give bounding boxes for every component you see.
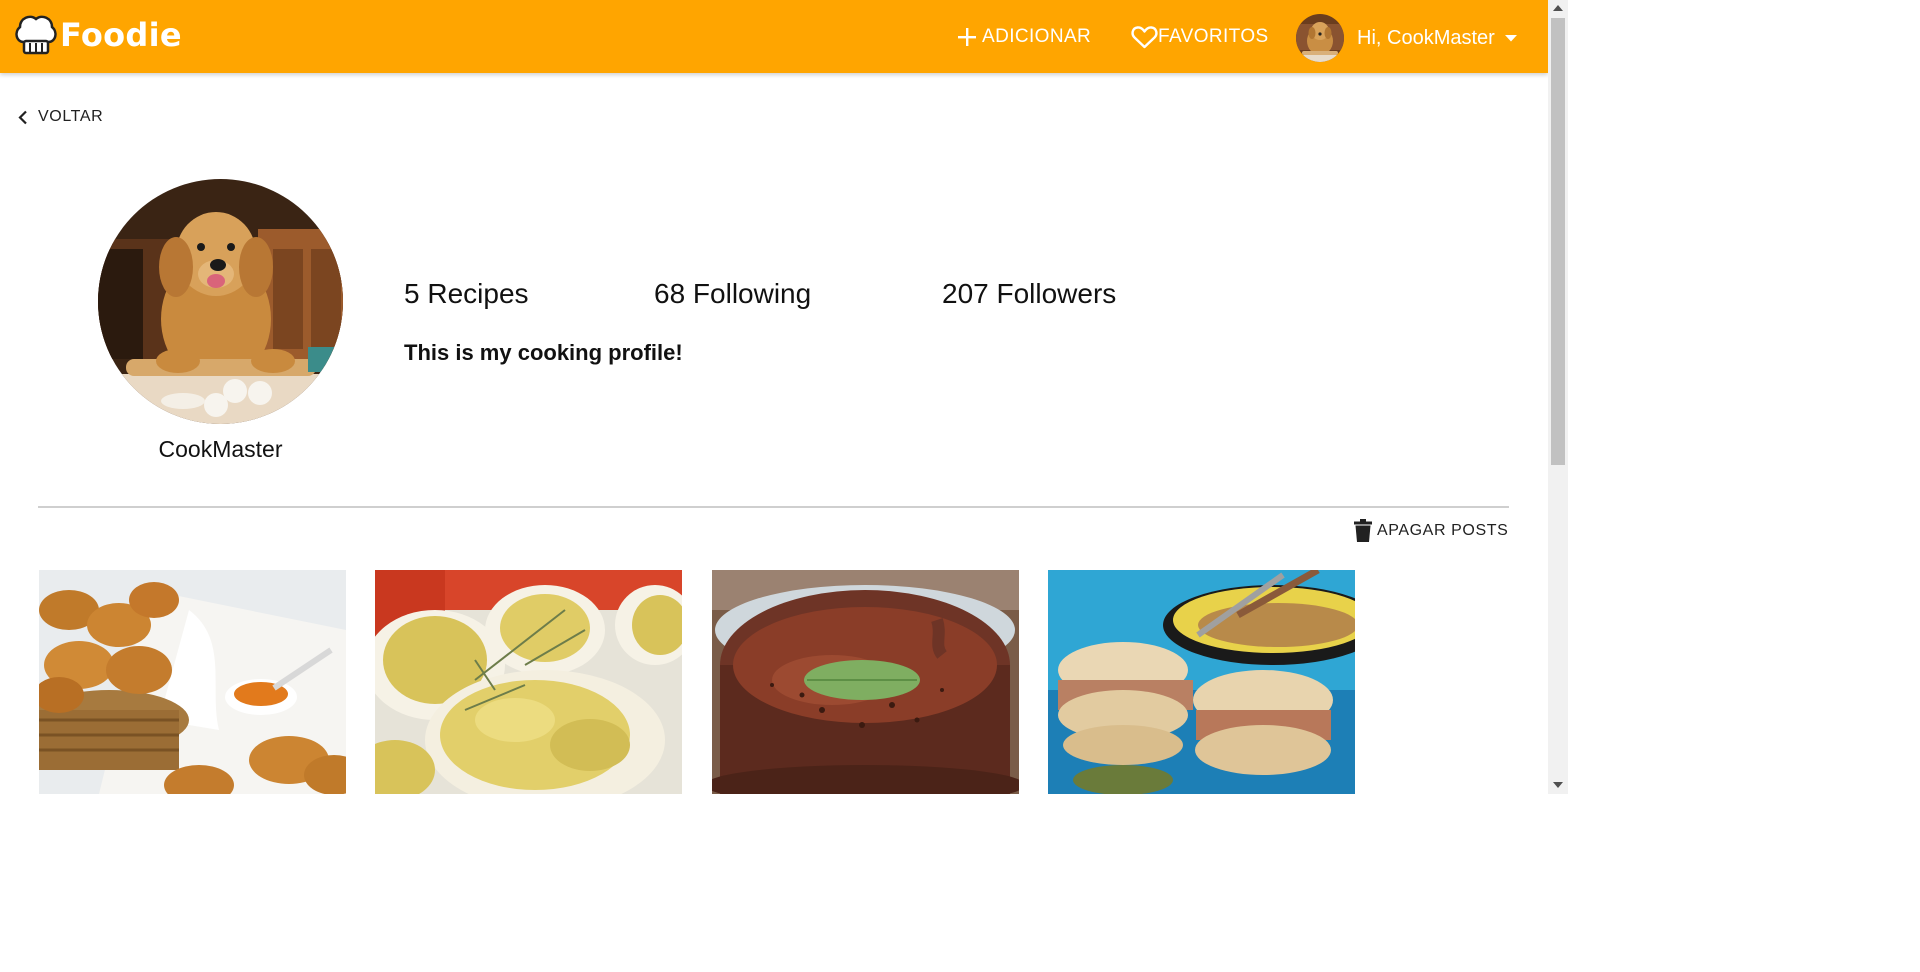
post-deviled-eggs-photo[interactable] [375,570,682,794]
add-recipe-button[interactable]: ADICIONAR [957,22,1091,52]
favorites-button[interactable]: FAVORITOS [1131,22,1269,52]
post-croissants-photo[interactable] [39,570,346,794]
profile-username: CookMaster [158,436,283,462]
add-recipe-label: ADICIONAR [982,26,1092,47]
post-chocolate-mousse-photo[interactable] [712,570,1019,794]
followers-count[interactable]: 207 Followers [942,278,1116,310]
scroll-up-arrow-icon[interactable] [1553,5,1563,11]
delete-posts-button[interactable]: APAGAR POSTS [1354,519,1508,542]
profile-avatar [98,179,343,424]
app-bar: Foodie ADICIONAR FAVORITOS Hi, CookMaste… [0,0,1548,73]
plus-icon [958,28,976,46]
recipes-count[interactable]: 5 Recipes [404,278,529,310]
divider [38,506,1509,508]
back-button[interactable]: VOLTAR [18,108,103,126]
post-pork-sandwich-photo[interactable] [1048,570,1355,794]
back-label: VOLTAR [38,108,104,125]
favorites-label: FAVORITOS [1158,26,1269,47]
scroll-down-arrow-icon[interactable] [1553,782,1563,788]
heart-outline-icon [1131,26,1158,49]
profile-bio: This is my cooking profile! [404,340,683,365]
user-menu[interactable]: Hi, CookMaster [1296,14,1517,62]
user-greeting: Hi, CookMaster [1357,26,1495,49]
logo[interactable]: Foodie [14,12,182,58]
delete-posts-label: APAGAR POSTS [1377,521,1509,539]
caret-down-icon [1504,34,1517,41]
user-avatar-small [1296,14,1344,62]
trash-icon [1354,519,1372,542]
logo-text: Foodie [60,16,182,54]
chevron-left-icon [18,110,27,124]
scrollbar-thumb[interactable] [1551,18,1565,465]
following-count[interactable]: 68 Following [654,278,811,310]
chef-hat-icon [15,15,57,55]
